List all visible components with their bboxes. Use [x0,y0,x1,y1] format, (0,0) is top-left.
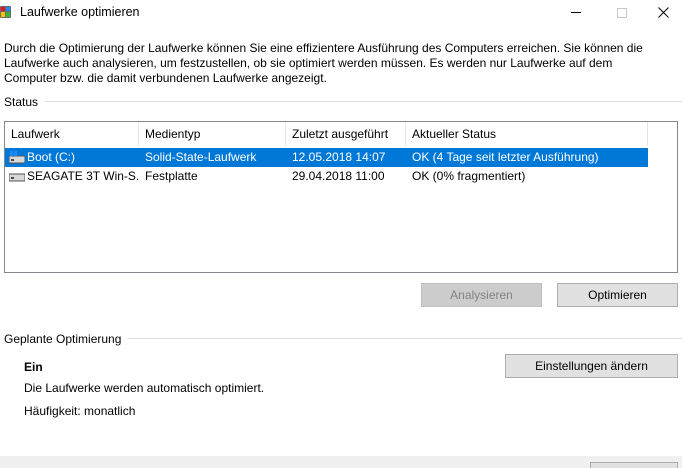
close-dialog-button-partial[interactable] [590,462,678,468]
drive-last-run: 12.05.2018 14:07 [292,150,386,164]
drive-status: OK (0% fragmentiert) [412,169,526,183]
hard-drive-icon [9,173,25,182]
change-settings-button[interactable]: Einstellungen ändern [505,354,678,378]
maximize-button[interactable] [599,0,645,25]
column-header-drive[interactable]: Laufwerk [5,122,139,146]
drive-media-type: Festplatte [145,169,198,183]
scheduled-divider [128,338,682,339]
drive-media-type: Solid-State-Laufwerk [145,150,257,164]
minimize-icon [571,12,581,13]
drive-list[interactable]: Laufwerk Medientyp Zuletzt ausgeführt Ak… [4,121,678,273]
schedule-state: Ein [24,360,43,374]
drive-list-header: Laufwerk Medientyp Zuletzt ausgeführt Ak… [5,122,648,146]
status-group-label: Status [4,95,39,109]
windows-drive-icon [9,151,25,164]
window-title: Laufwerke optimieren [20,5,140,19]
close-icon [658,7,669,18]
column-header-current-status[interactable]: Aktueller Status [406,122,648,146]
column-header-media-type[interactable]: Medientyp [139,122,286,146]
title-bar: Laufwerke optimieren [0,0,682,25]
analyze-button[interactable]: Analysieren [421,283,542,307]
drive-status: OK (4 Tage seit letzter Ausführung) [412,150,599,164]
schedule-info: Die Laufwerke werden automatisch optimie… [24,381,265,395]
minimize-button[interactable] [553,0,599,25]
drive-last-run: 29.04.2018 11:00 [292,169,385,183]
close-button[interactable] [645,0,682,25]
status-divider [45,101,682,102]
optimize-button[interactable]: Optimieren [557,283,678,307]
drive-name: SEAGATE 3T Win-S... [27,169,139,183]
footer-area [0,456,682,468]
maximize-icon [617,7,627,18]
column-header-last-run[interactable]: Zuletzt ausgeführt [286,122,406,146]
drive-row-seagate[interactable]: SEAGATE 3T Win-S... Festplatte 29.04.201… [5,167,648,186]
drive-name: Boot (C:) [27,150,76,164]
schedule-frequency: Häufigkeit: monatlich [24,404,136,418]
scheduled-group-label: Geplante Optimierung [4,332,122,346]
description-text: Durch die Optimierung der Laufwerke könn… [4,41,643,85]
defrag-app-icon [0,6,11,18]
drive-row-boot[interactable]: Boot (C:) Solid-State-Laufwerk 12.05.201… [5,148,648,167]
